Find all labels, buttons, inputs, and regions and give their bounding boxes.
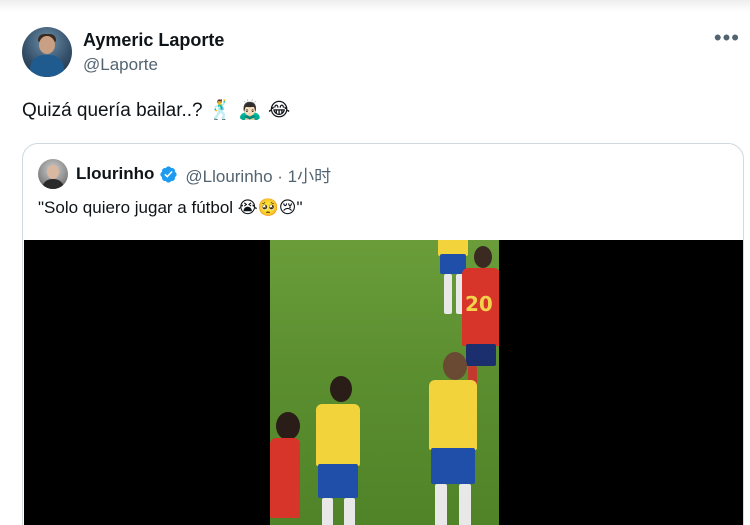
top-fade <box>0 0 750 12</box>
shirt-number: 20 <box>465 292 493 316</box>
quoted-tweet-card[interactable]: Llourinho @Llourinho · 1小时 "Solo quiero … <box>22 143 744 525</box>
tweet-text: Quizá quería bailar..? 🕺 🙇🏻‍♂️ 😂 <box>22 98 290 124</box>
quoted-tweet-text: "Solo quiero jugar a fútbol 😭🥺😢" <box>38 198 303 217</box>
emoji-dancer: 🕺 <box>208 100 233 121</box>
author-avatar[interactable] <box>22 27 72 77</box>
video-player[interactable]: 20 <box>24 240 743 525</box>
video-frame: 20 <box>270 240 499 525</box>
verified-badge-icon <box>160 165 177 183</box>
quoted-author-avatar[interactable] <box>38 159 68 189</box>
author-names: Aymeric Laporte @Laporte <box>83 29 224 76</box>
quoted-author-handle-time[interactable]: @Llourinho · 1小时 <box>185 162 331 187</box>
quoted-author-display-name[interactable]: Llourinho <box>76 164 154 184</box>
emoji-bowing-man: 🙇🏻‍♂️ <box>238 100 262 121</box>
emoji-laughing: 😂 <box>267 100 291 121</box>
tweet-header: Aymeric Laporte @Laporte <box>22 26 224 78</box>
tweet-text-body: Quizá quería bailar..? <box>22 100 203 121</box>
quoted-tweet-header: Llourinho @Llourinho · 1小时 <box>38 159 331 189</box>
author-display-name[interactable]: Aymeric Laporte <box>83 29 224 51</box>
author-handle[interactable]: @Laporte <box>83 54 224 76</box>
more-horizontal-icon[interactable]: ••• <box>714 27 740 49</box>
